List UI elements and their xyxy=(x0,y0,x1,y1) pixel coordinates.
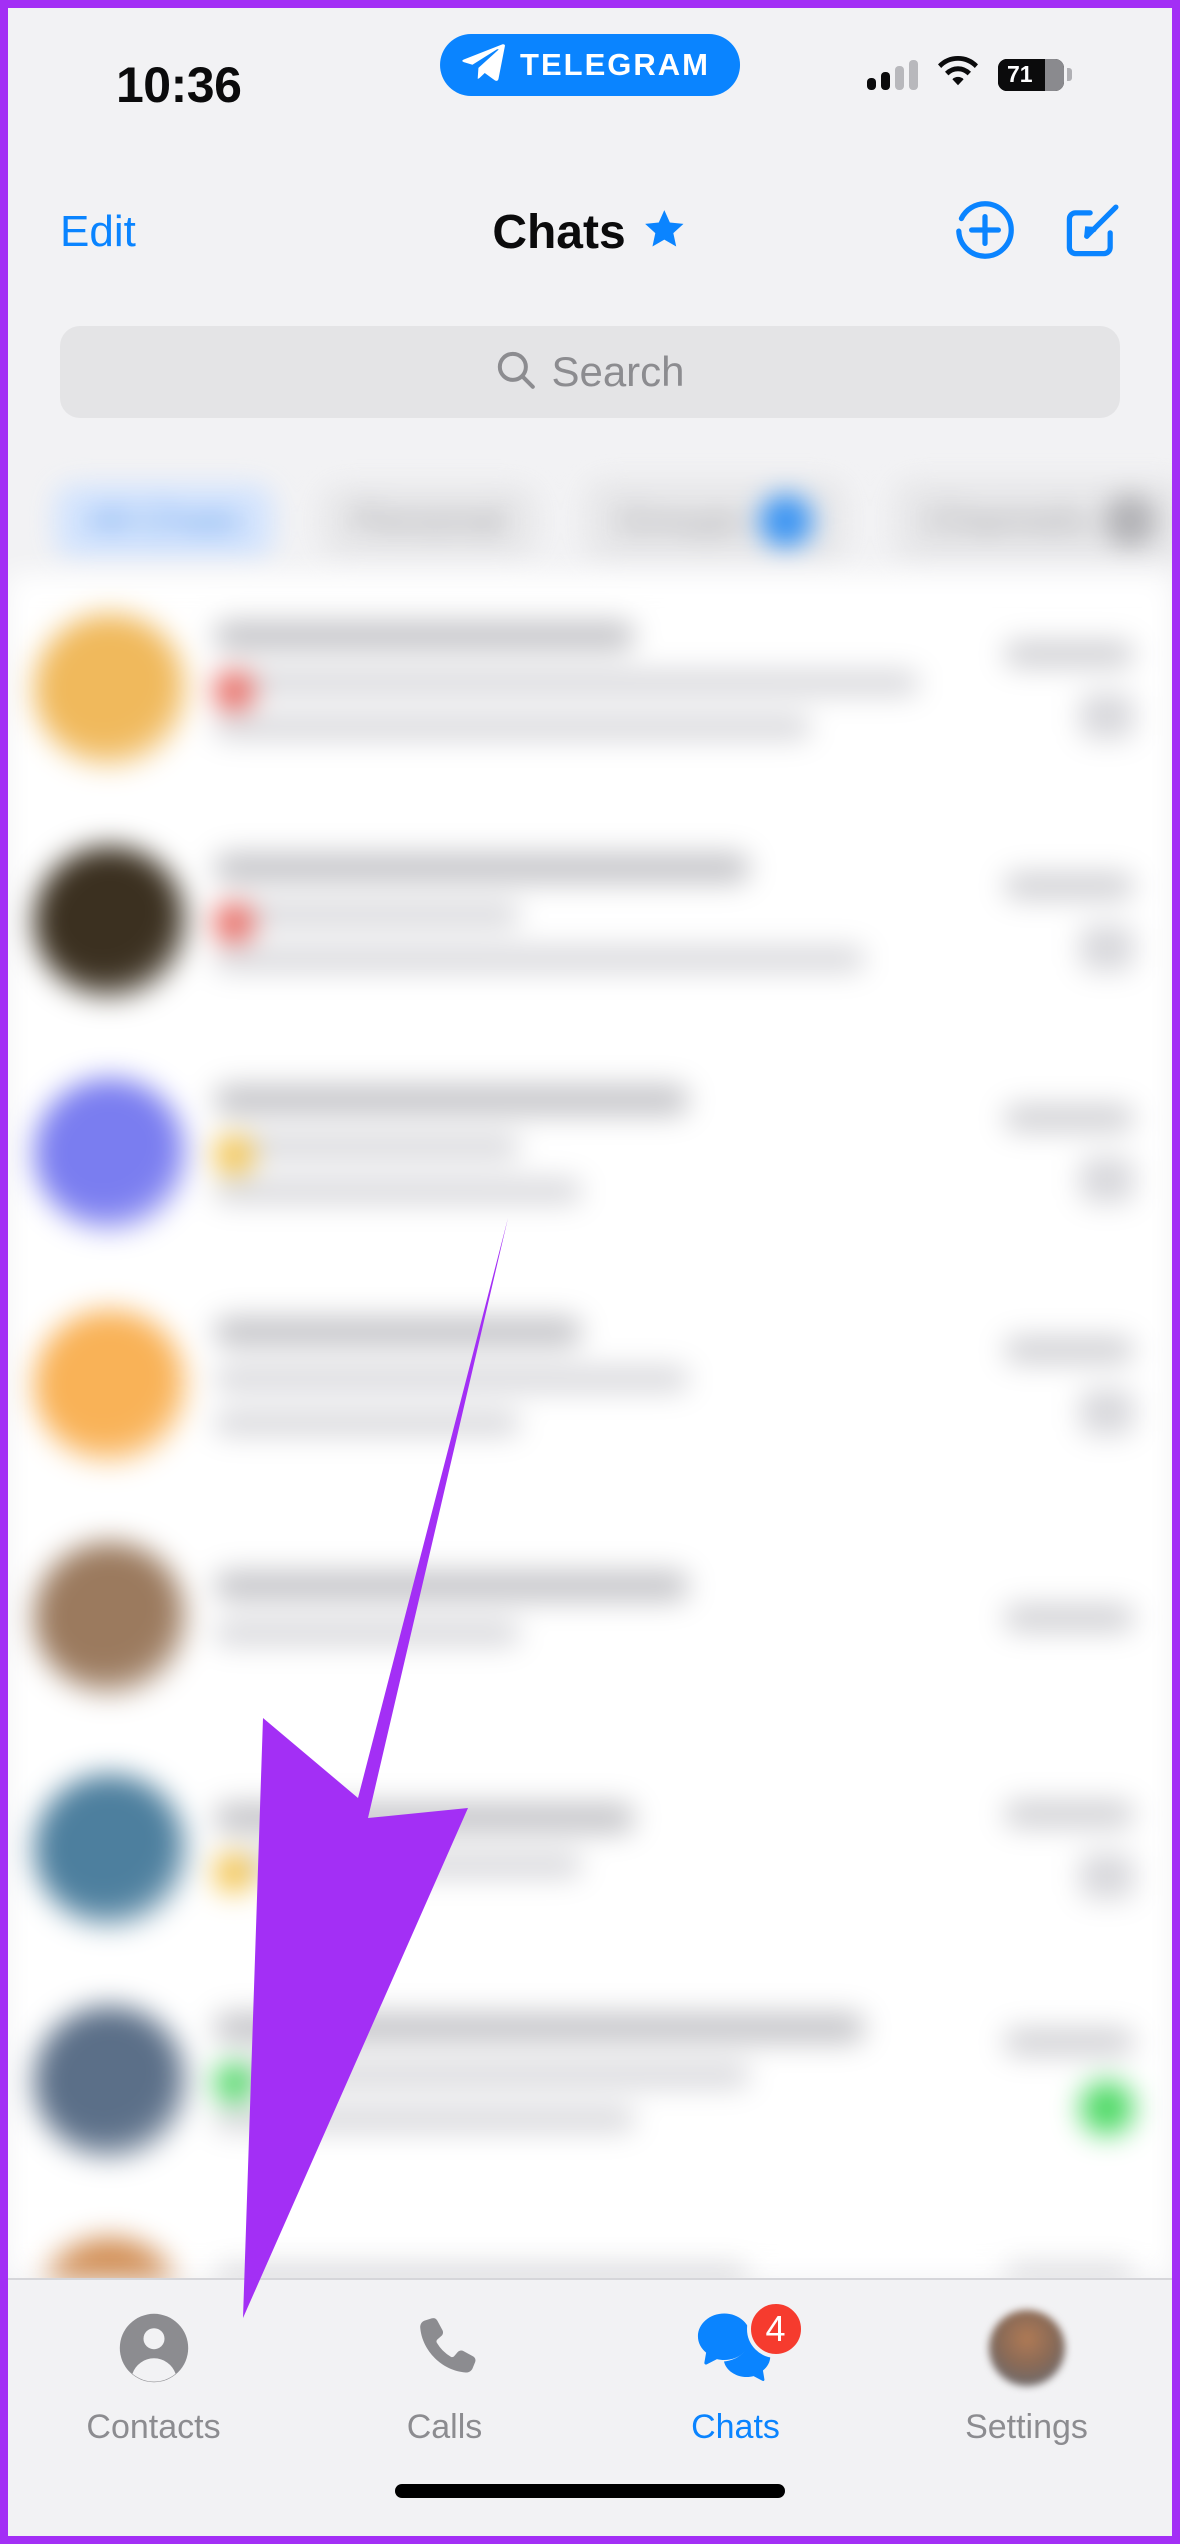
chat-mute-indicator xyxy=(1080,1157,1134,1203)
chat-timestamp xyxy=(1004,1105,1134,1131)
nav-actions xyxy=(954,199,1124,266)
chat-item-meta xyxy=(1004,641,1134,739)
chat-item-meta xyxy=(1004,2265,1134,2278)
chat-mute-indicator xyxy=(1080,1389,1134,1435)
telegram-paper-plane-icon xyxy=(462,43,506,87)
tab-contacts-label: Contacts xyxy=(86,2408,221,2446)
chat-mute-indicator xyxy=(1080,693,1134,739)
chat-list-item[interactable] xyxy=(8,574,1172,806)
home-indicator[interactable] xyxy=(395,2484,785,2498)
status-bar: 10:36 TELEGRAM 71 xyxy=(8,8,1172,148)
chat-timestamp xyxy=(1004,641,1134,667)
search-input[interactable]: Search xyxy=(60,326,1120,418)
search-placeholder: Search xyxy=(551,348,685,395)
chat-item-meta xyxy=(1004,1801,1134,1899)
tab-settings[interactable]: Settings xyxy=(881,2306,1172,2447)
chat-filter-tab-label: Personal xyxy=(354,499,505,542)
battery-percent: 71 xyxy=(1007,61,1033,87)
page-title: Chats xyxy=(492,205,687,260)
chat-preview-line xyxy=(214,715,812,739)
tab-settings-label: Settings xyxy=(965,2408,1088,2446)
chat-item-meta xyxy=(1004,1105,1134,1203)
edit-button[interactable]: Edit xyxy=(60,207,136,257)
chat-item-meta xyxy=(1004,1605,1134,1631)
status-time: 10:36 xyxy=(116,57,242,113)
chat-mute-indicator xyxy=(1080,925,1134,971)
chat-timestamp xyxy=(1004,1605,1134,1631)
chat-preview-line xyxy=(214,903,521,943)
chat-filter-tabs: All Chats Personal Groups Channels xyxy=(8,468,1172,574)
chat-preview-line xyxy=(214,947,866,971)
phone-screen: 10:36 TELEGRAM 71 Edit Chats Search All … xyxy=(8,8,1172,2536)
compose-new-message-icon[interactable] xyxy=(1062,199,1124,266)
chat-preview-line xyxy=(214,1135,521,1175)
page-title-label: Chats xyxy=(492,205,626,259)
telegram-app-pill[interactable]: TELEGRAM xyxy=(440,34,740,96)
status-indicators: 71 xyxy=(867,56,1072,93)
chat-item-text xyxy=(214,853,980,991)
chat-item-meta xyxy=(1004,873,1134,971)
chat-title xyxy=(214,1085,689,1115)
chat-timestamp xyxy=(1004,2029,1134,2055)
chat-preview-icon xyxy=(214,903,254,943)
chat-preview-icon xyxy=(214,671,254,711)
settings-avatar-icon xyxy=(988,2306,1065,2390)
chat-filter-tab[interactable]: Channels xyxy=(892,478,1172,564)
telegram-app-pill-label: TELEGRAM xyxy=(520,47,710,82)
chat-title xyxy=(214,853,751,883)
tab-chats-label: Chats xyxy=(691,2408,780,2446)
chat-item-text xyxy=(214,621,980,759)
chat-unread-badge xyxy=(1080,2081,1134,2135)
chat-mute-indicator xyxy=(1080,1853,1134,1899)
chat-item-meta xyxy=(1004,1337,1134,1435)
chat-list-item[interactable] xyxy=(8,806,1172,1038)
chat-timestamp xyxy=(1004,1801,1134,1827)
chat-filter-tab-label: Channels xyxy=(926,499,1088,542)
chat-preview-line xyxy=(214,671,919,711)
chat-filter-tab[interactable]: Personal xyxy=(320,483,539,559)
chat-filter-tab-label: Groups xyxy=(618,499,743,542)
chats-unread-badge: 4 xyxy=(746,2300,805,2358)
chat-filter-badge xyxy=(1103,494,1158,548)
wifi-icon xyxy=(936,56,980,93)
chat-timestamp xyxy=(1004,1337,1134,1363)
chat-title xyxy=(214,621,636,651)
cellular-signal-icon xyxy=(867,59,918,90)
chat-item-meta xyxy=(1004,2029,1134,2135)
chat-filter-tab-label: All Chats xyxy=(88,499,241,542)
chat-timestamp xyxy=(1004,873,1134,899)
chats-bubbles-icon: 4 xyxy=(695,2300,805,2390)
chat-avatar xyxy=(34,614,186,766)
chat-filter-badge xyxy=(758,494,813,548)
add-story-plus-icon[interactable] xyxy=(954,199,1016,266)
premium-star-icon[interactable] xyxy=(642,207,688,258)
search-icon xyxy=(495,349,537,396)
navigation-bar: Edit Chats xyxy=(8,180,1172,284)
chat-filter-tab[interactable]: All Chats xyxy=(54,483,275,559)
tab-chats[interactable]: 4 Chats xyxy=(590,2300,881,2447)
chat-avatar xyxy=(34,846,186,998)
annotation-arrow xyxy=(243,1218,508,2318)
chat-timestamp xyxy=(1004,2265,1134,2278)
battery-indicator: 71 xyxy=(998,58,1072,91)
tab-calls-label: Calls xyxy=(406,2408,483,2446)
chat-filter-tab[interactable]: Groups xyxy=(584,478,847,564)
